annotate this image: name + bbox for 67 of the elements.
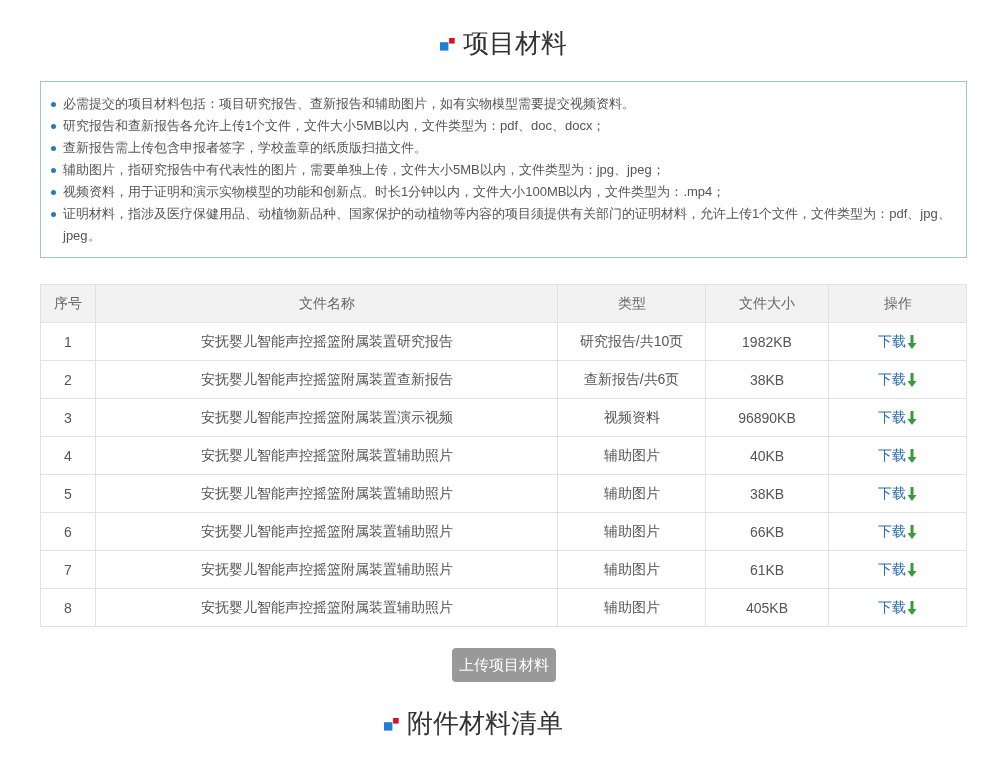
table-cell: 查新报告/共6页 [557, 360, 706, 399]
table-cell: 安抚婴儿智能声控摇篮附属装置研究报告 [95, 322, 558, 361]
column-header: 操作 [828, 284, 967, 323]
download-arrow-icon [907, 600, 917, 615]
download-link[interactable]: 下载 [878, 446, 917, 465]
download-arrow-icon [907, 372, 917, 387]
column-header: 文件大小 [705, 284, 829, 323]
bullet-icon [51, 102, 56, 107]
column-header: 序号 [40, 284, 96, 323]
table-cell: 40KB [705, 436, 829, 475]
table-cell: 安抚婴儿智能声控摇篮附属装置辅助照片 [95, 436, 558, 475]
table-cell: 辅助图片 [557, 474, 706, 513]
table-cell: 安抚婴儿智能声控摇篮附属装置辅助照片 [95, 550, 558, 589]
section-title: 附件材料清单 [407, 707, 563, 740]
bullet-icon [51, 124, 56, 129]
table-cell: 3 [40, 398, 96, 437]
table-cell: 辅助图片 [557, 512, 706, 551]
table-cell: 38KB [705, 474, 829, 513]
table-cell: 安抚婴儿智能声控摇篮附属装置辅助照片 [95, 474, 558, 513]
table-cell: 405KB [705, 588, 829, 627]
download-arrow-icon [907, 334, 917, 349]
note-text: 查新报告需上传包含申报者签字，学校盖章的纸质版扫描文件。 [63, 139, 427, 157]
download-arrow-icon [907, 410, 917, 425]
bullet-icon [51, 146, 56, 151]
download-link[interactable]: 下载 [878, 560, 917, 579]
table-cell: 66KB [705, 512, 829, 551]
bullet-icon [51, 190, 56, 195]
table-cell: 辅助图片 [557, 550, 706, 589]
table-cell: 安抚婴儿智能声控摇篮附属装置演示视频 [95, 398, 558, 437]
table-cell: 38KB [705, 360, 829, 399]
table-cell: 安抚婴儿智能声控摇篮附属装置辅助照片 [95, 588, 558, 627]
table-cell: 视频资料 [557, 398, 706, 437]
download-arrow-icon [907, 562, 917, 577]
section-title: 项目材料 [463, 27, 567, 60]
note-text: 必需提交的项目材料包括：项目研究报告、查新报告和辅助图片，如有实物模型需要提交视频资料。 [63, 95, 635, 113]
bullet-icon [51, 168, 56, 173]
download-link[interactable]: 下载 [878, 598, 917, 617]
table-cell: 96890KB [705, 398, 829, 437]
download-link[interactable]: 下载 [878, 408, 917, 427]
table-cell: 安抚婴儿智能声控摇篮附属装置查新报告 [95, 360, 558, 399]
table-cell: 研究报告/共10页 [557, 322, 706, 361]
note-text: 辅助图片，指研究报告中有代表性的图片，需要单独上传，文件大小5MB以内，文件类型为：jpg、jpeg； [63, 161, 665, 179]
note-text: 证明材料，指涉及医疗保健用品、动植物新品种、国家保护的动植物等内容的项目须提供有关部门的证明材料，允许上传1个文件，文件类型为：pdf、jpg、jpeg。 [63, 205, 952, 245]
table-cell: 4 [40, 436, 96, 475]
download-arrow-icon [907, 486, 917, 501]
table-cell: 辅助图片 [557, 436, 706, 475]
column-header: 文件名称 [95, 284, 558, 323]
download-link[interactable]: 下载 [878, 332, 917, 351]
table-cell: 6 [40, 512, 96, 551]
table-cell: 1 [40, 322, 96, 361]
table-cell: 辅助图片 [557, 588, 706, 627]
bullet-icon [51, 212, 56, 217]
note-text: 研究报告和查新报告各允许上传1个文件，文件大小5MB以内，文件类型为：pdf、doc、docx； [63, 117, 606, 135]
table-cell: 1982KB [705, 322, 829, 361]
table-cell: 5 [40, 474, 96, 513]
column-header: 类型 [557, 284, 706, 323]
table-cell: 8 [40, 588, 96, 627]
download-arrow-icon [907, 448, 917, 463]
download-link[interactable]: 下载 [878, 484, 917, 503]
table-cell: 61KB [705, 550, 829, 589]
table-cell: 7 [40, 550, 96, 589]
note-text: 视频资料，用于证明和演示实物模型的功能和创新点。时长1分钟以内，文件大小100MB以内，文件类型为：.mp4； [63, 183, 726, 201]
download-link[interactable]: 下载 [878, 522, 917, 541]
table-cell: 2 [40, 360, 96, 399]
download-arrow-icon [907, 524, 917, 539]
download-link[interactable]: 下载 [878, 370, 917, 389]
table-cell: 安抚婴儿智能声控摇篮附属装置辅助照片 [95, 512, 558, 551]
